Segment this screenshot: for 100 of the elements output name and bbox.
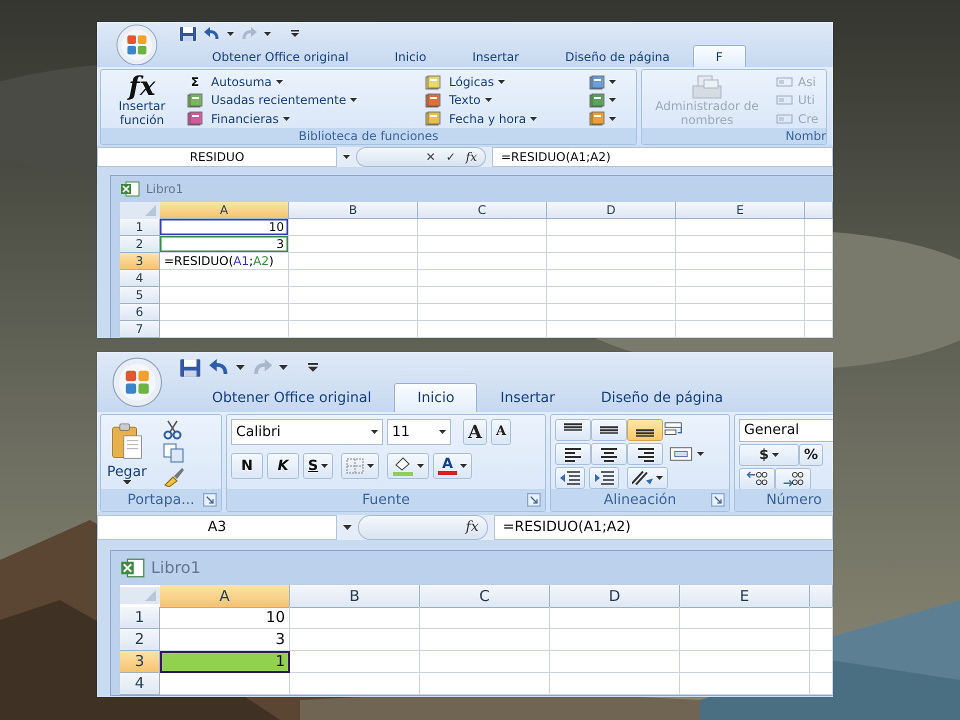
table-cell[interactable] xyxy=(160,673,290,695)
table-cell[interactable] xyxy=(547,236,676,253)
table-cell[interactable] xyxy=(680,673,810,695)
table-cell[interactable] xyxy=(160,270,289,287)
row-header[interactable]: 3 xyxy=(120,651,160,673)
ribbon-tab[interactable]: Inicio xyxy=(372,45,450,67)
row-header[interactable]: 2 xyxy=(120,629,160,651)
table-cell[interactable] xyxy=(547,287,676,304)
table-cell[interactable] xyxy=(810,673,833,695)
ribbon-tab[interactable]: Insertar xyxy=(449,45,542,67)
merge-button[interactable] xyxy=(667,446,706,462)
menu-button[interactable] xyxy=(587,74,618,90)
ribbon-tab[interactable]: Diseño de página xyxy=(578,383,746,412)
menu-button[interactable] xyxy=(587,111,618,126)
grow-font-button[interactable]: A xyxy=(463,419,487,445)
vertical-align-button[interactable] xyxy=(627,419,663,441)
table-cell[interactable] xyxy=(805,287,833,304)
table-cell[interactable] xyxy=(160,287,289,304)
table-cell[interactable] xyxy=(418,219,547,236)
table-cell[interactable] xyxy=(676,304,805,321)
ribbon-tab[interactable]: Inicio xyxy=(394,383,478,412)
table-cell[interactable] xyxy=(289,236,418,253)
scissors-icon[interactable] xyxy=(162,420,183,440)
customize-icon[interactable] xyxy=(291,30,299,37)
row-header[interactable]: 4 xyxy=(120,673,160,695)
save-icon[interactable] xyxy=(179,26,197,42)
column-header[interactable] xyxy=(810,585,833,608)
font-size-dropdown[interactable]: 11 xyxy=(387,419,451,445)
table-cell[interactable]: 1 xyxy=(160,651,290,673)
enter-button[interactable]: ✓ xyxy=(446,148,456,166)
column-header[interactable]: D xyxy=(550,585,680,608)
row-header[interactable]: 3 xyxy=(120,253,160,270)
table-cell[interactable] xyxy=(418,304,547,321)
brush-icon[interactable] xyxy=(162,467,185,488)
table-cell[interactable] xyxy=(676,287,805,304)
select-all-icon[interactable] xyxy=(120,585,160,606)
copy-icon[interactable] xyxy=(162,443,185,464)
row-header[interactable]: 2 xyxy=(120,236,160,253)
table-cell[interactable] xyxy=(805,253,833,270)
decimal-button[interactable] xyxy=(739,468,775,490)
table-cell[interactable] xyxy=(289,304,418,321)
table-cell[interactable] xyxy=(550,629,680,651)
column-header[interactable]: B xyxy=(290,585,420,608)
table-cell[interactable] xyxy=(290,629,420,651)
shrink-font-button[interactable]: A xyxy=(490,419,512,445)
column-header[interactable]: A xyxy=(160,585,290,608)
undo-icon[interactable] xyxy=(203,26,221,40)
insert-function-button[interactable]: fx xyxy=(466,148,477,166)
column-header[interactable]: B xyxy=(289,202,418,219)
ribbon-tab[interactable]: F xyxy=(692,45,746,67)
ribbon-tab[interactable]: Obtener Office original xyxy=(189,45,372,67)
insert-function-button[interactable]: fx Insertar función xyxy=(105,73,179,128)
table-cell[interactable] xyxy=(550,651,680,673)
table-cell[interactable] xyxy=(810,629,833,651)
office-button[interactable] xyxy=(116,24,158,66)
table-cell[interactable] xyxy=(418,287,547,304)
launcher-icon[interactable] xyxy=(711,493,725,507)
table-cell[interactable] xyxy=(418,270,547,287)
percent-button[interactable]: % xyxy=(799,444,824,466)
name-box[interactable]: A3 xyxy=(97,515,337,540)
table-cell[interactable] xyxy=(290,651,420,673)
column-header[interactable]: E xyxy=(676,202,805,219)
table-cell[interactable] xyxy=(290,673,420,695)
formula-field[interactable]: =RESIDUO(A1;A2) xyxy=(492,147,833,167)
table-cell[interactable] xyxy=(289,321,418,338)
number-format-dropdown[interactable]: General xyxy=(739,419,833,442)
vertical-align-button[interactable] xyxy=(555,419,591,441)
launcher-icon[interactable] xyxy=(203,493,217,507)
column-header[interactable]: D xyxy=(547,202,676,219)
table-cell[interactable] xyxy=(289,287,418,304)
table-cell[interactable] xyxy=(805,270,833,287)
table-cell[interactable] xyxy=(680,607,810,629)
table-cell[interactable] xyxy=(418,253,547,270)
menu-button[interactable]: Fecha y hora xyxy=(423,110,581,128)
column-header[interactable]: A xyxy=(160,202,289,219)
row-header[interactable]: 5 xyxy=(120,287,160,304)
table-cell[interactable] xyxy=(805,219,833,236)
bold-button[interactable]: N xyxy=(231,453,263,479)
decrease-indent-button[interactable] xyxy=(555,467,585,489)
table-cell[interactable] xyxy=(290,607,420,629)
row-header[interactable]: 4 xyxy=(120,270,160,287)
align-button[interactable] xyxy=(591,443,627,465)
table-cell[interactable] xyxy=(420,651,550,673)
table-cell[interactable] xyxy=(289,253,418,270)
table-cell[interactable] xyxy=(805,321,833,338)
table-cell[interactable] xyxy=(550,607,680,629)
save-icon[interactable] xyxy=(179,358,202,378)
undo-icon[interactable] xyxy=(208,358,230,376)
row-header[interactable]: 6 xyxy=(120,304,160,321)
launcher-icon[interactable] xyxy=(527,493,541,507)
menu-button[interactable]: Texto xyxy=(423,91,581,110)
decimal-button[interactable] xyxy=(775,468,811,490)
menu-button[interactable]: Lógicas xyxy=(423,73,581,92)
table-cell[interactable] xyxy=(680,651,810,673)
name-box[interactable]: RESIDUO xyxy=(97,147,337,167)
table-cell[interactable] xyxy=(418,321,547,338)
menu-button[interactable]: Usadas recientemente xyxy=(185,91,417,110)
formula-field[interactable]: =RESIDUO(A1;A2) xyxy=(494,515,833,540)
table-cell[interactable] xyxy=(547,253,676,270)
cancel-button[interactable]: ✕ xyxy=(426,148,436,166)
